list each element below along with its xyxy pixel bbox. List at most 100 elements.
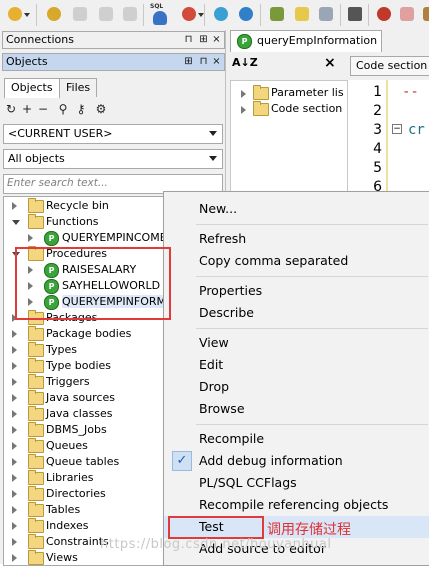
gear-icon[interactable] [44, 4, 64, 24]
menu-item-label: Browse [199, 401, 245, 416]
expand-icon[interactable] [12, 442, 17, 450]
user-select-value: <CURRENT USER> [8, 127, 113, 140]
tree-item-label: Recycle bin [46, 199, 109, 212]
maximize-icon[interactable]: ⊞ [198, 33, 209, 46]
expand-icon[interactable] [12, 362, 17, 370]
menu-item[interactable]: Edit [164, 354, 429, 376]
dock-icon[interactable]: ⊞ [183, 55, 194, 68]
sql-db-icon[interactable]: SQL [150, 3, 170, 25]
pen-icon[interactable] [70, 4, 90, 24]
pin-icon[interactable]: ⊓ [198, 55, 209, 68]
close-icon[interactable]: × [211, 55, 222, 68]
annotation-text: 调用存储过程 [267, 522, 351, 538]
expand-icon[interactable] [12, 506, 17, 514]
add-icon[interactable]: + [20, 102, 34, 116]
menu-item[interactable]: Drop [164, 376, 429, 398]
refresh-icon[interactable]: ↻ [4, 102, 18, 116]
tree-item-label: Functions [46, 215, 99, 228]
menu-item[interactable]: Recompile [164, 428, 429, 450]
toolbar-separator [340, 4, 341, 26]
toolbar-separator [36, 4, 37, 26]
menu-item[interactable]: Properties [164, 280, 429, 302]
objects-tabs: Objects Files [2, 78, 223, 98]
close-icon[interactable]: × [324, 55, 336, 71]
folder-icon [28, 214, 44, 229]
menu-item[interactable]: New... [164, 198, 429, 220]
menu-item[interactable]: Describe [164, 302, 429, 324]
tab-objects[interactable]: Objects [4, 78, 60, 98]
expand-icon[interactable] [12, 426, 17, 434]
properties-icon[interactable]: ⚙ [94, 102, 108, 116]
calendar-icon[interactable] [316, 4, 336, 24]
expand-icon[interactable] [241, 106, 246, 114]
folder-icon [253, 101, 269, 116]
window-icon[interactable] [420, 4, 429, 24]
db-connect-icon[interactable] [236, 4, 256, 24]
procedures-highlight-box [15, 247, 171, 320]
procedure-icon: P [44, 231, 59, 246]
expand-icon[interactable] [12, 538, 17, 546]
expand-icon[interactable] [12, 378, 17, 386]
object-filter-select[interactable]: All objects [3, 149, 223, 169]
eraser-icon[interactable] [397, 4, 417, 24]
menu-item[interactable]: ✓ Add debug information [164, 450, 429, 472]
line-number: 2 [373, 103, 382, 119]
toolbar-separator [143, 4, 144, 26]
menu-item[interactable]: Refresh [164, 228, 429, 250]
folder-icon [28, 406, 44, 421]
menu-item-label: Drop [199, 379, 230, 394]
expand-icon[interactable] [12, 554, 17, 562]
import-icon[interactable] [120, 4, 140, 24]
expand-icon[interactable] [28, 234, 33, 242]
expand-icon[interactable] [12, 394, 17, 402]
folder-icon [28, 342, 44, 357]
filter-icon[interactable] [267, 4, 287, 24]
search-placeholder: Enter search text... [7, 177, 108, 189]
expand-icon[interactable] [12, 346, 17, 354]
pin-icon[interactable]: ⊓ [183, 33, 194, 46]
collapse-icon[interactable] [12, 220, 20, 225]
expand-icon[interactable] [12, 202, 17, 210]
tree-item-label: Types [46, 343, 77, 356]
tab-query-emp-information[interactable]: P queryEmpInformation [230, 30, 382, 52]
expand-icon[interactable] [12, 410, 17, 418]
folder-icon [28, 326, 44, 341]
folder-icon [28, 374, 44, 389]
remove-icon[interactable]: − [36, 102, 50, 116]
tree-item-label: Package bodies [46, 327, 132, 340]
code-section-button[interactable]: Code section [350, 56, 429, 76]
outline-item[interactable]: Code section [231, 101, 347, 117]
tree-item-label: Views [46, 551, 78, 564]
find-icon[interactable]: ⚲ [56, 102, 70, 116]
menu-separator [196, 224, 428, 225]
menu-item[interactable]: Copy comma separated [164, 250, 429, 272]
key-icon[interactable] [5, 4, 30, 24]
menu-item-label: PL/SQL CCFlags [199, 475, 297, 490]
db-tool-icon[interactable] [211, 4, 231, 24]
expand-icon[interactable] [12, 490, 17, 498]
menu-item[interactable]: View [164, 332, 429, 354]
close-icon[interactable]: × [211, 33, 222, 46]
toolbar-separator [260, 4, 261, 26]
export-icon[interactable] [96, 4, 116, 24]
object-filter-value: All objects [8, 152, 65, 165]
menu-item[interactable]: Browse [164, 398, 429, 420]
connect-icon[interactable]: ⚷ [74, 102, 88, 116]
expand-icon[interactable] [12, 522, 17, 530]
menu-item-label: Add debug information [199, 453, 343, 468]
expand-icon[interactable] [12, 330, 17, 338]
expand-icon[interactable] [12, 458, 17, 466]
menu-item[interactable]: PL/SQL CCFlags [164, 472, 429, 494]
expand-icon[interactable] [12, 474, 17, 482]
sort-az-icon[interactable]: A↓Z [232, 56, 258, 74]
checklist-icon[interactable] [292, 4, 312, 24]
expand-icon[interactable] [241, 90, 246, 98]
menu-item[interactable]: Recompile referencing objects [164, 494, 429, 516]
debug-icon[interactable] [374, 4, 394, 24]
fold-toggle-icon[interactable]: − [392, 124, 402, 134]
tab-files[interactable]: Files [59, 78, 98, 97]
outline-item[interactable]: Parameter lis [231, 85, 347, 101]
user-select[interactable]: <CURRENT USER> [3, 124, 223, 144]
db-icon[interactable] [179, 4, 204, 24]
wrench-icon[interactable] [345, 4, 365, 24]
